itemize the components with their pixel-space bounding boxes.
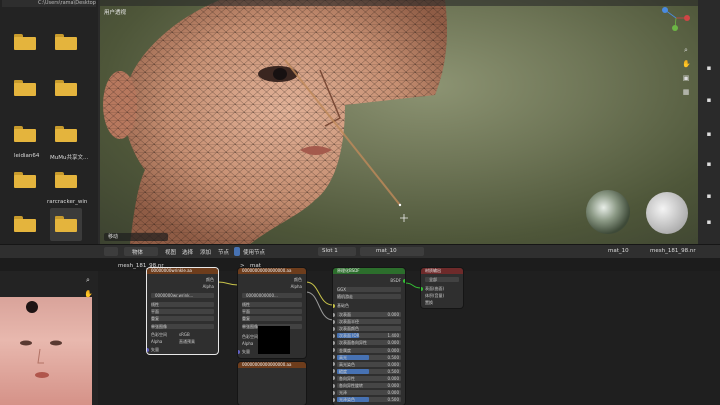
image-name: 0000000wr.wrink... — [155, 293, 194, 298]
projection-label: 平面 — [242, 309, 250, 314]
extension-dropdown[interactable] — [242, 316, 302, 321]
bsdf-param-value: 0.000 — [387, 383, 399, 388]
displacement-input: 置换 — [425, 300, 433, 305]
bsdf-param-label: 糙度 — [339, 368, 347, 374]
interp-label: 线性 — [242, 302, 250, 307]
bsdf-param-label: 次表面 IOR — [339, 333, 360, 339]
vector-socket[interactable] — [147, 348, 149, 352]
distribution-label: GGX — [337, 287, 346, 292]
surface-socket[interactable] — [421, 287, 423, 291]
image-texture-node[interactable]: 00000000000000000.aa 颜色 Alpha 0000000000… — [238, 268, 306, 358]
material-output-node[interactable]: 材质输出 全部 表面(曲面) 体积(音量) 置换 — [421, 268, 463, 308]
bsdf-param-label: 光泽染色 — [339, 397, 355, 403]
subsurface-method-label: 随机游走 — [337, 294, 353, 299]
input-socket[interactable] — [333, 362, 335, 367]
input-socket[interactable] — [333, 326, 335, 331]
interp-dropdown[interactable] — [151, 302, 214, 307]
input-socket[interactable] — [333, 340, 335, 345]
input-socket[interactable] — [333, 376, 335, 381]
projection-label: 平面 — [151, 309, 159, 314]
bsdf-param-label: 次表面半径 — [339, 319, 359, 325]
vector-input: 矢量 — [151, 347, 159, 352]
input-socket[interactable] — [333, 348, 335, 352]
interp-label: 线性 — [151, 302, 159, 307]
bsdf-param-value: 0.000 — [387, 390, 399, 396]
node-title: 00000000000000000.aa — [238, 362, 306, 368]
bsdf-param-label: 各向异性旋转 — [339, 383, 363, 388]
bsdf-param-label: 光泽 — [339, 390, 347, 396]
bsdf-socket[interactable] — [403, 279, 405, 283]
node-title: 00000000wrinkle.aa — [147, 268, 218, 274]
bsdf-param-value: 0.000 — [387, 347, 399, 353]
bsdf-param-label: 次表面 — [339, 312, 351, 317]
node-title: 00000000000000000.aa — [238, 268, 306, 274]
output-color: 颜色 — [294, 277, 302, 282]
bsdf-param-label: 次表面颜色 — [339, 326, 359, 332]
base-color-socket[interactable] — [333, 304, 335, 308]
vector-input: 矢量 — [242, 349, 250, 354]
bsdf-param-label: 金属度 — [339, 347, 351, 353]
projection-dropdown[interactable] — [242, 309, 302, 314]
image-texture-node[interactable]: 00000000wrinkle.aa 颜色 Alpha 0000000wr.wr… — [147, 268, 218, 354]
alpha-value[interactable]: 直通预乘 — [179, 339, 195, 345]
alpha-label: Alpha — [151, 339, 163, 344]
bsdf-param-label: 高光 — [339, 354, 347, 360]
volume-input: 体积(音量) — [425, 293, 445, 298]
bsdf-param-value: 0.000 — [387, 361, 399, 367]
bsdf-param-label: 高光染色 — [339, 361, 355, 367]
interp-dropdown[interactable] — [242, 302, 302, 307]
input-socket[interactable] — [333, 319, 335, 324]
input-socket[interactable] — [333, 369, 335, 374]
bsdf-param-value: 0.500 — [387, 368, 399, 374]
source-label: 单张图像 — [242, 324, 258, 329]
bsdf-param-value: 0.500 — [387, 397, 399, 403]
source-label: 单张图像 — [151, 324, 167, 329]
target-label: 全部 — [429, 277, 437, 282]
input-socket[interactable] — [333, 333, 335, 338]
node-title: 原理化BSDF — [333, 268, 405, 274]
bsdf-param-value: 0.000 — [387, 312, 399, 317]
extension-label: 重复 — [151, 316, 159, 321]
projection-dropdown[interactable] — [151, 309, 214, 314]
input-socket[interactable] — [333, 355, 335, 360]
image-name: 00000000000... — [246, 293, 278, 298]
extension-label: 重复 — [242, 316, 250, 321]
bsdf-param-value: 1.400 — [387, 333, 399, 339]
input-socket[interactable] — [333, 397, 335, 402]
extension-dropdown[interactable] — [151, 316, 214, 321]
alpha-label: Alpha — [242, 341, 254, 346]
base-color-label: 基础色 — [337, 303, 349, 308]
distribution-dropdown[interactable] — [337, 287, 401, 292]
image-texture-node[interactable]: 00000000000000000.aa — [238, 362, 306, 405]
bsdf-param-value: 0.000 — [387, 340, 399, 346]
input-socket[interactable] — [333, 383, 335, 388]
bsdf-param-label: 次表面各向异性 — [339, 340, 367, 346]
node-title: 材质输出 — [421, 268, 463, 274]
colorspace-label: 色彩空间 — [151, 332, 167, 337]
output-color: 颜色 — [206, 277, 214, 282]
input-socket[interactable] — [333, 312, 335, 317]
input-socket[interactable] — [333, 390, 335, 395]
principled-bsdf-node[interactable]: 原理化BSDF BSDF GGX 随机游走 基础色 次表面 0.000 次表面半径次… — [333, 268, 405, 405]
surface-input: 表面(曲面) — [425, 286, 445, 291]
output-alpha: Alpha — [202, 284, 214, 289]
colorspace-value[interactable]: sRGB — [179, 332, 190, 337]
vector-socket[interactable] — [238, 350, 240, 354]
output-bsdf: BSDF — [390, 278, 401, 283]
colorspace-label: 色彩空间 — [242, 334, 258, 339]
bsdf-param-value: 0.000 — [387, 375, 399, 381]
bsdf-param-label: 各向异性 — [339, 375, 355, 381]
output-alpha: Alpha — [290, 284, 302, 289]
image-preview-thumbnail — [258, 326, 290, 354]
bsdf-param-value: 0.500 — [387, 354, 399, 360]
